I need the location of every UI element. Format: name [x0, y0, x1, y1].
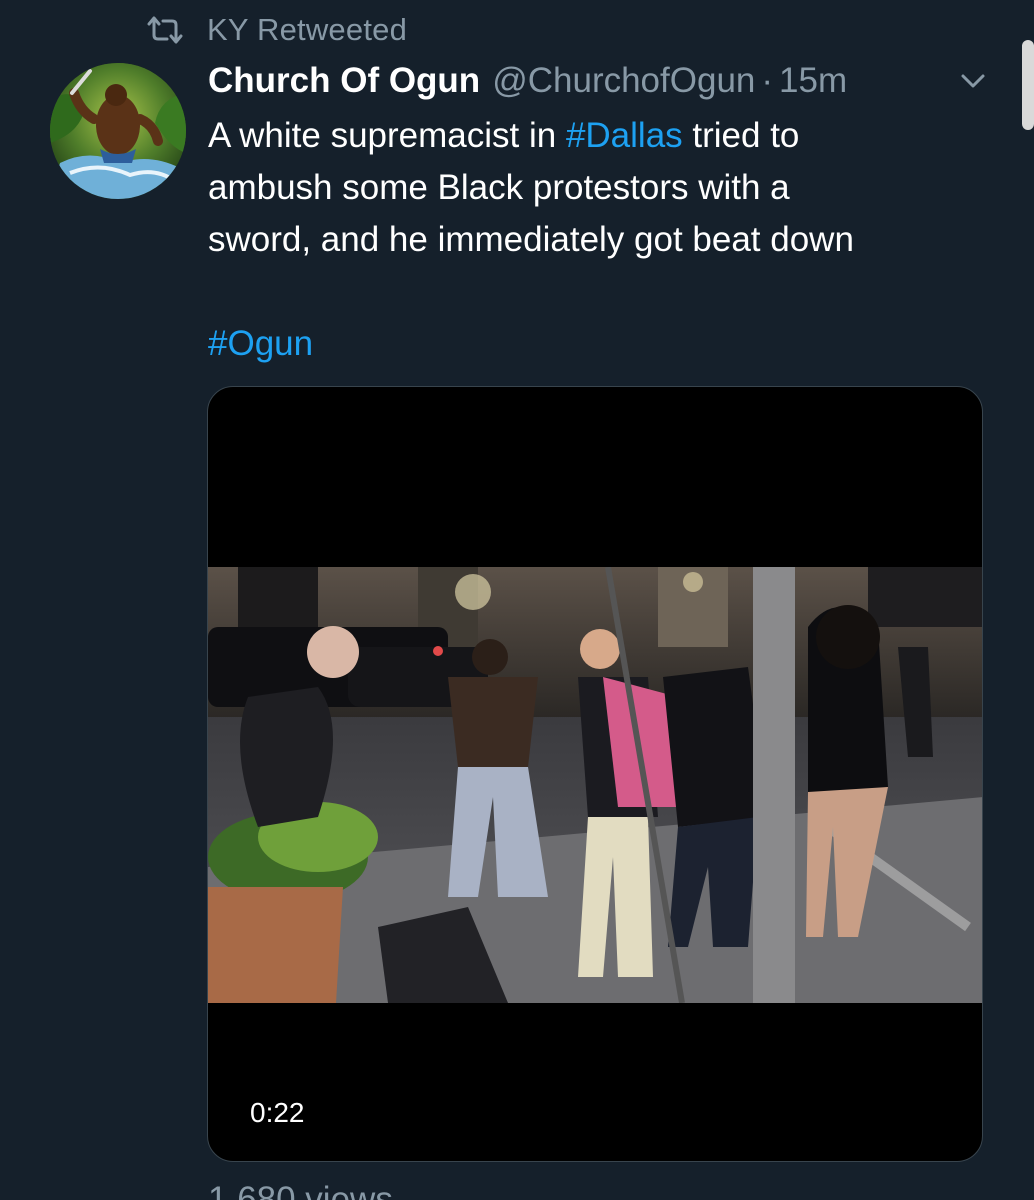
avatar-image — [50, 63, 186, 199]
author-display-name[interactable]: Church Of Ogun — [208, 61, 480, 101]
tweet-page: KY Retweeted Church Of Ogun @ChurchofOgu… — [0, 0, 1034, 1200]
tweet-line-2: ambush some Black protestors with a — [208, 168, 790, 207]
chevron-down-icon[interactable] — [958, 66, 988, 96]
retweet-icon — [145, 10, 185, 50]
tweet-text-segment: A white supremacist in — [208, 116, 566, 155]
video-duration: 0:22 — [240, 1090, 315, 1136]
view-count: 1,680 views — [208, 1180, 393, 1200]
tweet-line-3: sword, and he immediately got beat down — [208, 220, 854, 259]
scrollbar[interactable] — [1022, 40, 1034, 130]
hashtag-ogun-link[interactable]: #Ogun — [208, 318, 313, 370]
avatar[interactable] — [50, 63, 186, 199]
separator-dot: · — [761, 61, 774, 100]
tweet-text-segment: tried to — [682, 116, 800, 155]
hashtag-dallas-link[interactable]: #Dallas — [566, 116, 683, 155]
tweet-line-1: A white supremacist in #Dallas tried to — [208, 110, 998, 162]
video-player[interactable]: 0:22 — [207, 386, 983, 1162]
tweet-text: A white supremacist in #Dallas tried to … — [208, 110, 998, 266]
tweet-header: Church Of Ogun @ChurchofOgun · 15m — [208, 58, 1004, 104]
retweet-context[interactable]: KY Retweeted — [145, 10, 407, 50]
retweet-label: KY Retweeted — [207, 12, 408, 47]
tweet-timestamp[interactable]: 15m — [779, 61, 847, 101]
video-thumbnail — [208, 567, 982, 1003]
author-handle[interactable]: @ChurchofOgun — [492, 61, 755, 101]
